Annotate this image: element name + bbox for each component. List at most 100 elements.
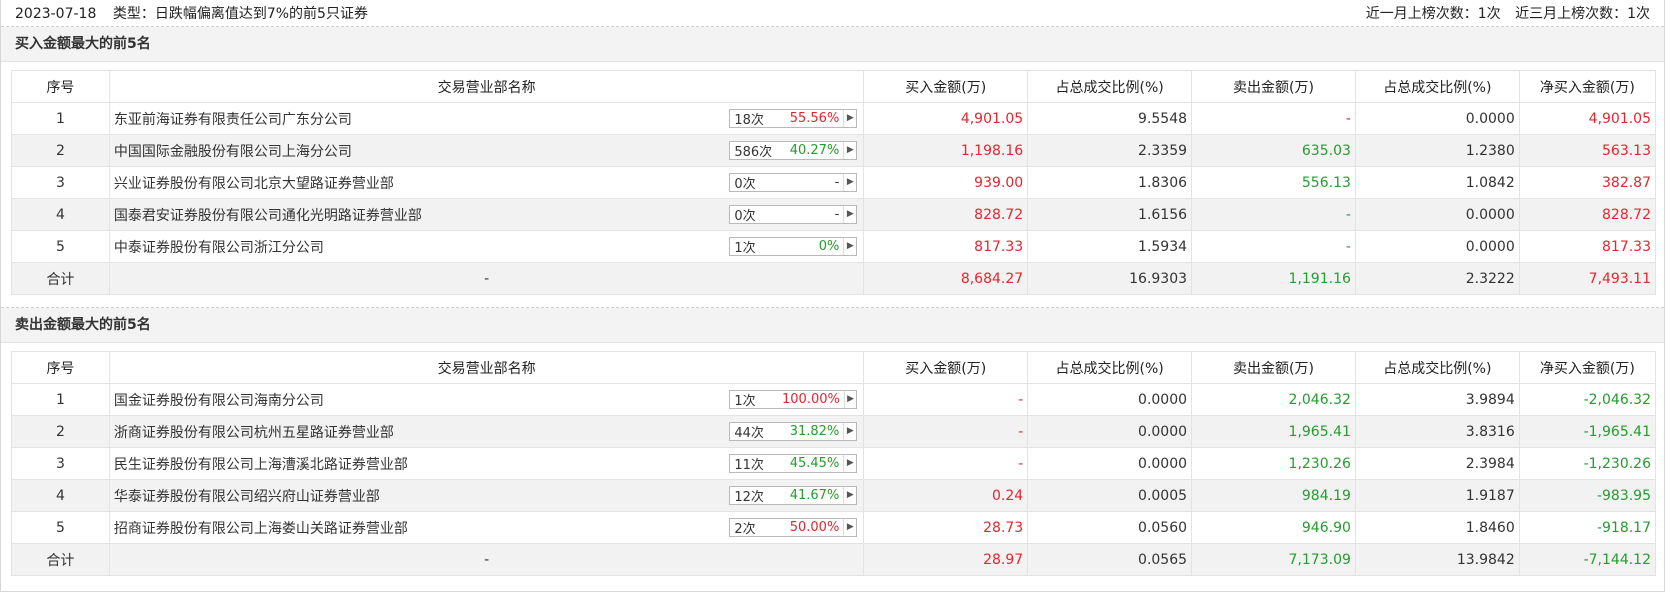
branch-name-link[interactable]: 国金证券股份有限公司海南分公司 (114, 390, 324, 410)
row-index: 2 (11, 415, 110, 448)
buy-amount: 828.72 (863, 198, 1029, 231)
sell-ratio: 1.9187 (1354, 479, 1520, 512)
table-row: 1 东亚前海证券有限责任公司广东分公司 18次 55.56% ▶ 4,901.05 9.55… (11, 102, 1657, 135)
caret-right-icon: ▶ (843, 142, 856, 159)
summary-bar: 2023-07-18 类型：日跌幅偏离值达到7%的前5只证券 近一月上榜次数：1… (1, 0, 1664, 27)
sell-amount: 635.03 (1191, 134, 1356, 167)
sell-amount: - (1191, 230, 1356, 263)
branch-name-cell: 国泰君安证券股份有限公司通化光明路证券营业部 0次 - ▶ (108, 198, 865, 231)
branch-name-cell: 兴业证券股份有限公司北京大望路证券营业部 0次 - ▶ (108, 166, 865, 199)
buy-amount: 817.33 (863, 230, 1029, 263)
lhb-panel: 2023-07-18 类型：日跌幅偏离值达到7%的前5只证券 近一月上榜次数：1… (0, 0, 1665, 592)
branch-times: 12次 (734, 490, 764, 505)
col-net-amount: 净买入金额(万) (1518, 351, 1657, 384)
table-row: 5 招商证券股份有限公司上海娄山关路证券营业部 2次 50.00% ▶ 28.73 0.05… (11, 511, 1657, 544)
buy-amount: 4,901.05 (863, 102, 1029, 135)
total-buy-amount: 28.97 (863, 543, 1029, 576)
sell-amount: 1,965.41 (1191, 415, 1356, 448)
buy-amount: 1,198.16 (863, 134, 1029, 167)
total-sell-amount: 1,191.16 (1191, 262, 1356, 295)
branch-name-link[interactable]: 浙商证券股份有限公司杭州五星路证券营业部 (114, 422, 394, 442)
table-row: 2 中国国际金融股份有限公司上海分公司 586次 40.27% ▶ 1,198.16 2.3… (11, 134, 1657, 167)
buy-ratio: 1.6156 (1027, 198, 1193, 231)
branch-win-rate: 0% (818, 239, 840, 254)
branch-stats-dropdown[interactable]: 0次 - ▶ (729, 173, 858, 192)
branch-win-rate: - (834, 175, 840, 190)
sell-ratio: 0.0000 (1354, 102, 1520, 135)
buy-ratio: 0.0000 (1027, 383, 1193, 416)
branch-stats-dropdown[interactable]: 1次 100.00% ▶ (729, 390, 858, 409)
branch-times: 1次 (734, 241, 756, 256)
total-label: 合计 (11, 543, 110, 576)
branch-name-link[interactable]: 中泰证券股份有限公司浙江分公司 (114, 237, 324, 257)
sell-amount: - (1191, 198, 1356, 231)
branch-win-rate: 50.00% (789, 520, 840, 535)
branch-stats-dropdown[interactable]: 44次 31.82% ▶ (729, 422, 858, 441)
buy-ratio: 2.3359 (1027, 134, 1193, 167)
row-index: 1 (11, 102, 110, 135)
sell-ratio: 1.8460 (1354, 511, 1520, 544)
col-branch-name: 交易营业部名称 (108, 351, 865, 384)
branch-stats-dropdown[interactable]: 18次 55.56% ▶ (729, 109, 858, 128)
branch-times: 0次 (734, 209, 756, 224)
total-label: 合计 (11, 262, 110, 295)
caret-right-icon: ▶ (843, 174, 856, 191)
branch-name-link[interactable]: 华泰证券股份有限公司绍兴府山证券营业部 (114, 486, 380, 506)
sell-amount: - (1191, 102, 1356, 135)
branch-times: 44次 (734, 426, 764, 441)
caret-right-icon: ▶ (843, 519, 856, 536)
sell-section-title: 卖出金额最大的前5名 (1, 308, 1664, 343)
month-count: 近一月上榜次数：1次 (1365, 6, 1501, 22)
branch-name-link[interactable]: 东亚前海证券有限责任公司广东分公司 (114, 109, 352, 129)
col-sell-ratio: 占总成交比例(%) (1354, 70, 1520, 103)
buy-table: 序号 交易营业部名称 买入金额(万) 占总成交比例(%) 卖出金额(万) 占总成… (11, 70, 1657, 295)
net-amount: 382.87 (1518, 166, 1657, 199)
row-index: 3 (11, 447, 110, 480)
net-amount: 828.72 (1518, 198, 1657, 231)
col-buy-ratio: 占总成交比例(%) (1027, 351, 1193, 384)
total-buy-ratio: 16.9303 (1027, 262, 1193, 295)
branch-win-rate: 31.82% (789, 424, 840, 439)
summary-left: 2023-07-18 类型：日跌幅偏离值达到7%的前5只证券 (15, 3, 380, 23)
branch-stats-dropdown[interactable]: 586次 40.27% ▶ (729, 141, 858, 160)
branch-name-link[interactable]: 民生证券股份有限公司上海漕溪北路证券营业部 (114, 454, 408, 474)
branch-win-rate: - (834, 207, 840, 222)
branch-name-link[interactable]: 招商证券股份有限公司上海娄山关路证券营业部 (114, 518, 408, 538)
table-row: 4 国泰君安证券股份有限公司通化光明路证券营业部 0次 - ▶ 828.72 1.6156-… (11, 198, 1657, 231)
row-index: 1 (11, 383, 110, 416)
branch-name-cell: 民生证券股份有限公司上海漕溪北路证券营业部 11次 45.45% ▶ (108, 447, 865, 480)
sell-amount: 984.19 (1191, 479, 1356, 512)
branch-win-rate: 55.56% (789, 111, 840, 126)
branch-stats-dropdown[interactable]: 1次 0% ▶ (729, 237, 858, 256)
branch-stats-dropdown[interactable]: 11次 45.45% ▶ (729, 454, 858, 473)
buy-ratio: 9.5548 (1027, 102, 1193, 135)
buy-amount: - (863, 383, 1029, 416)
sell-ratio: 2.3984 (1354, 447, 1520, 480)
col-buy-amount: 买入金额(万) (863, 70, 1029, 103)
buy-ratio: 0.0000 (1027, 415, 1193, 448)
sell-ratio: 0.0000 (1354, 230, 1520, 263)
branch-name-link[interactable]: 国泰君安证券股份有限公司通化光明路证券营业部 (114, 205, 422, 225)
trade-date: 2023-07-18 (15, 6, 97, 22)
branch-win-rate: 40.27% (789, 143, 840, 158)
row-index: 3 (11, 166, 110, 199)
col-buy-ratio: 占总成交比例(%) (1027, 70, 1193, 103)
total-sell-ratio: 13.9842 (1354, 543, 1520, 576)
sell-ratio: 1.2380 (1354, 134, 1520, 167)
caret-right-icon: ▶ (843, 423, 856, 440)
buy-ratio: 0.0560 (1027, 511, 1193, 544)
branch-stats-dropdown[interactable]: 12次 41.67% ▶ (729, 486, 858, 505)
table-row: 3 兴业证券股份有限公司北京大望路证券营业部 0次 - ▶ 939.00 1.8306 556… (11, 166, 1657, 199)
buy-table-header: 序号 交易营业部名称 买入金额(万) 占总成交比例(%) 卖出金额(万) 占总成… (11, 70, 1657, 103)
branch-name-link[interactable]: 兴业证券股份有限公司北京大望路证券营业部 (114, 173, 394, 193)
branch-stats-dropdown[interactable]: 2次 50.00% ▶ (729, 518, 858, 537)
total-row: 合计 -28.97 0.0565 7,173.09 13.9842 -7,144.12 (11, 543, 1657, 576)
branch-name-cell: 中国国际金融股份有限公司上海分公司 586次 40.27% ▶ (108, 134, 865, 167)
branch-stats-dropdown[interactable]: 0次 - ▶ (729, 205, 858, 224)
branch-name-link[interactable]: 中国国际金融股份有限公司上海分公司 (114, 141, 352, 161)
net-amount: -918.17 (1518, 511, 1657, 544)
row-index: 5 (11, 230, 110, 263)
buy-amount: - (863, 447, 1029, 480)
buy-section-title: 买入金额最大的前5名 (1, 27, 1664, 62)
branch-name-cell: 华泰证券股份有限公司绍兴府山证券营业部 12次 41.67% ▶ (108, 479, 865, 512)
